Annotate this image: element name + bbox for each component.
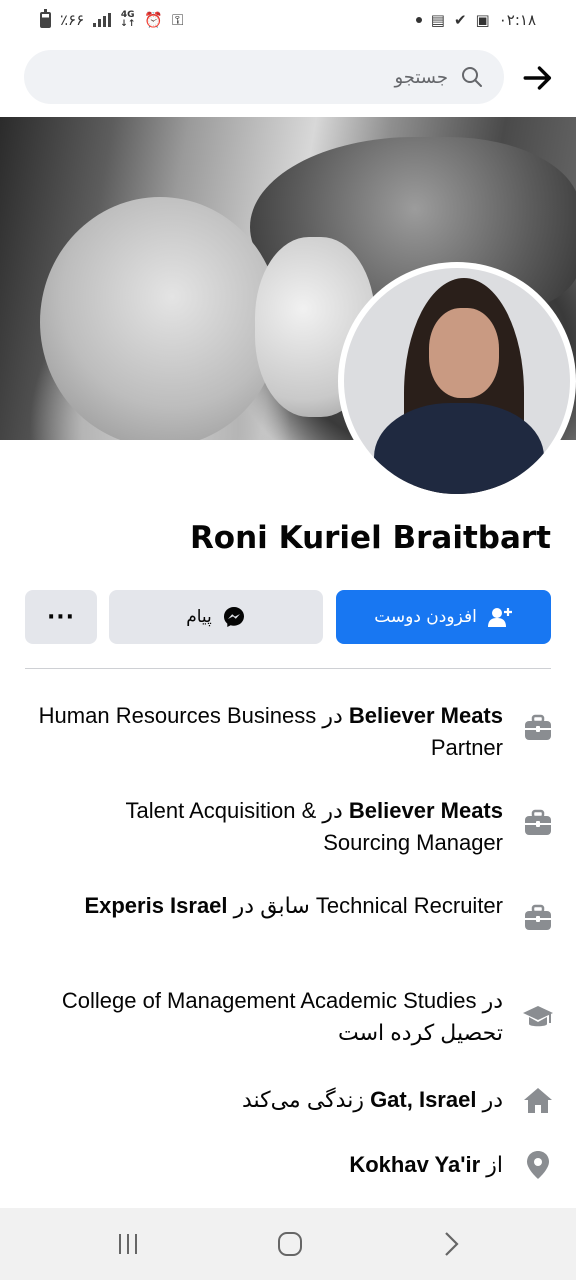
detail-text-work-2: Believer Meats در Talent Acquisition & S… — [125, 798, 503, 855]
arrow-right-icon — [523, 66, 552, 90]
avatar-body-shape — [374, 403, 544, 494]
add-friend-button[interactable]: افزودن دوست — [336, 590, 551, 644]
clock: ۰۲:۱۸ — [498, 11, 536, 29]
avatar-photo — [344, 268, 570, 494]
signal-icon — [93, 13, 112, 27]
system-nav-bar — [0, 1208, 576, 1280]
profile-avatar[interactable] — [338, 262, 576, 500]
location-pin-icon — [522, 1149, 554, 1181]
home-icon — [522, 1084, 554, 1116]
alarm-icon: ⏰ — [144, 11, 163, 29]
profile-name: Roni Kuriel Braitbart — [189, 520, 551, 556]
profile-actions: افزودن دوست پیام ··· — [25, 590, 551, 644]
home-button[interactable] — [270, 1226, 310, 1262]
chevron-right-icon — [445, 1232, 459, 1256]
briefcase-icon — [522, 712, 554, 744]
task-check-icon: ✔ — [453, 11, 467, 29]
avatar-face-shape — [429, 308, 499, 398]
calendar-icon: ▤ — [430, 11, 445, 29]
briefcase-icon — [522, 902, 554, 934]
back-nav-button[interactable] — [431, 1226, 471, 1262]
image-icon: ▣ — [475, 11, 490, 29]
section-divider — [25, 668, 551, 669]
search-header: جستجو — [0, 50, 576, 106]
recent-apps-button[interactable] — [108, 1226, 148, 1262]
key-icon: ⚿ — [171, 11, 184, 29]
status-bar: ٪۶۶ 4G ↓↑ ⏰ ⚿ ▤ ✔ ▣ ۰۲:۱۸ — [0, 0, 576, 40]
search-input[interactable]: جستجو — [24, 50, 504, 104]
back-button[interactable] — [518, 58, 558, 98]
battery-percent: ٪۶۶ — [60, 11, 85, 29]
search-icon — [462, 67, 482, 87]
more-options-icon: ··· — [46, 604, 76, 630]
add-friend-icon — [487, 608, 512, 627]
network-type: 4G ↓↑ — [120, 10, 136, 29]
detail-text-work-3: Technical Recruiter سابق در Experis Isra… — [84, 893, 503, 918]
detail-text-lives-in: در Gat, Israel زندگی می‌کند — [241, 1087, 503, 1112]
message-button[interactable]: پیام — [109, 590, 323, 644]
messenger-icon — [223, 607, 244, 627]
status-left: ٪۶۶ 4G ↓↑ ⏰ ⚿ — [40, 9, 184, 29]
graduation-cap-icon — [522, 1001, 554, 1033]
status-right: ▤ ✔ ▣ ۰۲:۱۸ — [415, 11, 536, 29]
message-label: پیام — [186, 607, 212, 627]
add-friend-label: افزودن دوست — [374, 607, 477, 627]
recent-apps-icon — [119, 1234, 137, 1254]
detail-text-from: از Kokhav Ya'ir — [349, 1152, 503, 1177]
search-placeholder: جستجو — [394, 66, 448, 88]
detail-text-work-1: Believer Meats در Human Resources Busine… — [38, 703, 503, 760]
more-options-button[interactable]: ··· — [25, 590, 97, 644]
home-circle-icon — [278, 1232, 302, 1256]
notification-dot-icon — [415, 17, 422, 23]
briefcase-icon — [522, 807, 554, 839]
detail-text-education: در College of Management Academic Studie… — [61, 988, 503, 1045]
battery-icon — [40, 9, 51, 28]
cover-baby-shape — [40, 197, 280, 440]
